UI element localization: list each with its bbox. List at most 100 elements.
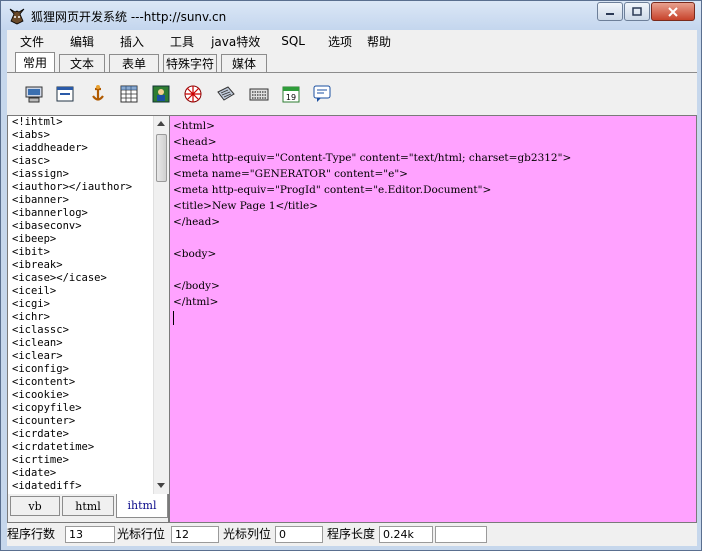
scroll-thumb[interactable] bbox=[156, 134, 167, 182]
code-editor[interactable]: <html> <head> <meta http-equiv="Content-Ty… bbox=[169, 115, 697, 523]
calendar-day: 19 bbox=[286, 93, 296, 102]
menu-options[interactable]: 选项 bbox=[318, 33, 365, 50]
status-empty-field bbox=[435, 526, 487, 543]
menu-insert[interactable]: 插入 bbox=[107, 33, 157, 50]
tab-label: 媒体 bbox=[231, 57, 256, 71]
tag-list-item[interactable]: <iaddheader> bbox=[10, 142, 152, 155]
tag-list-item[interactable]: <icopyfile> bbox=[10, 402, 152, 415]
keyboard-icon[interactable] bbox=[249, 84, 269, 104]
tab-label: ihtml bbox=[127, 499, 157, 512]
tag-list-item[interactable]: <ibreak> bbox=[10, 259, 152, 272]
menu-java-effects[interactable]: java特效 bbox=[207, 33, 273, 50]
image-icon[interactable] bbox=[151, 84, 171, 104]
menu-bar: 文件 编辑 插入 工具 java特效 SQL 选项 帮助 bbox=[7, 30, 697, 52]
maximize-button[interactable] bbox=[624, 2, 650, 21]
tag-list-item[interactable]: <!ihtml> bbox=[10, 116, 152, 129]
cursor-col-value: 0 bbox=[275, 526, 323, 543]
tag-list-item[interactable]: <icase></icase> bbox=[10, 272, 152, 285]
tag-panel: <!ihtml> <iabs> <iaddheader> <iasc> <iassign… bbox=[7, 115, 169, 523]
tag-list-item[interactable]: <icontent> bbox=[10, 376, 152, 389]
code-line: <meta name="GENERATOR" content="e"> bbox=[173, 168, 408, 180]
tab-form[interactable]: 表单 bbox=[109, 54, 159, 72]
tag-list-item[interactable]: <idate> bbox=[10, 467, 152, 480]
code-line: <meta http-equiv="ProgId" content="e.Edi… bbox=[173, 184, 492, 196]
cursor-line bbox=[173, 310, 696, 326]
tab-html[interactable]: html bbox=[62, 496, 114, 516]
tag-list[interactable]: <!ihtml> <iabs> <iaddheader> <iasc> <iassign… bbox=[10, 116, 152, 494]
code-line: <head> bbox=[173, 136, 217, 148]
close-button[interactable] bbox=[651, 2, 695, 21]
tab-media[interactable]: 媒体 bbox=[221, 54, 267, 72]
computer-icon[interactable] bbox=[24, 84, 44, 104]
tag-list-item[interactable]: <iasc> bbox=[10, 155, 152, 168]
tag-list-item[interactable]: <iclear> bbox=[10, 350, 152, 363]
minimize-icon bbox=[606, 12, 614, 15]
anchor-icon[interactable] bbox=[88, 84, 108, 104]
code-line: </head> bbox=[173, 216, 221, 228]
link-icon[interactable] bbox=[216, 84, 236, 104]
tag-list-item[interactable]: <ibannerlog> bbox=[10, 207, 152, 220]
tag-list-item[interactable]: <icrtime> bbox=[10, 454, 152, 467]
tag-list-item[interactable]: <icgi> bbox=[10, 298, 152, 311]
code-line: <body> bbox=[173, 248, 217, 260]
close-icon bbox=[668, 6, 678, 17]
tag-list-item[interactable]: <ibaseconv> bbox=[10, 220, 152, 233]
program-length-label: 程序长度 bbox=[327, 527, 376, 541]
tag-list-item[interactable]: <iabs> bbox=[10, 129, 152, 142]
tab-label: vb bbox=[28, 499, 42, 513]
media-icon[interactable] bbox=[183, 84, 203, 104]
cursor-col-label: 光标列位 bbox=[223, 527, 272, 541]
tag-list-item[interactable]: <ibeep> bbox=[10, 233, 152, 246]
row-count-label: 程序行数 bbox=[7, 527, 56, 541]
title-bar[interactable]: 狐狸网页开发系统 ---http://sunv.cn bbox=[1, 1, 701, 30]
insert-tab-bar: 常用 文本 表单 特殊字符 媒体 bbox=[7, 52, 697, 72]
tag-list-scrollbar[interactable] bbox=[153, 116, 169, 494]
tag-list-item[interactable]: <icounter> bbox=[10, 415, 152, 428]
tag-list-item[interactable]: <iclean> bbox=[10, 337, 152, 350]
minimize-button[interactable] bbox=[597, 2, 623, 21]
tab-special-chars[interactable]: 特殊字符 bbox=[163, 54, 217, 72]
tag-list-item[interactable]: <iclassc> bbox=[10, 324, 152, 337]
comment-icon[interactable] bbox=[312, 84, 332, 104]
tag-list-item[interactable]: <iconfig> bbox=[10, 363, 152, 376]
tag-list-item[interactable]: <icookie> bbox=[10, 389, 152, 402]
table-icon[interactable] bbox=[119, 84, 139, 104]
tag-list-item[interactable]: <ichr> bbox=[10, 311, 152, 324]
menu-sql[interactable]: SQL bbox=[273, 34, 318, 48]
tag-list-item[interactable]: <iauthor></iauthor> bbox=[10, 181, 152, 194]
tab-common[interactable]: 常用 bbox=[15, 52, 55, 72]
menu-tools[interactable]: 工具 bbox=[157, 33, 207, 50]
menu-edit[interactable]: 编辑 bbox=[57, 33, 107, 50]
row-count-value: 13 bbox=[65, 526, 115, 543]
tag-list-item[interactable]: <ibanner> bbox=[10, 194, 152, 207]
code-line: <meta http-equiv="Content-Type" content=… bbox=[173, 152, 572, 164]
code-line: <title>New Page 1</title> bbox=[173, 200, 319, 212]
text-caret bbox=[173, 311, 174, 325]
tag-list-item[interactable]: <iassign> bbox=[10, 168, 152, 181]
code-line: </body> bbox=[173, 280, 220, 292]
tab-label: html bbox=[75, 499, 101, 513]
scroll-down-icon[interactable] bbox=[157, 483, 165, 488]
menu-help[interactable]: 帮助 bbox=[365, 33, 404, 50]
cursor-row-value: 12 bbox=[171, 526, 219, 543]
menu-file[interactable]: 文件 bbox=[7, 33, 57, 50]
tool-bar: 19 bbox=[7, 72, 697, 115]
tag-list-item[interactable]: <icrdate> bbox=[10, 428, 152, 441]
tab-label: 文本 bbox=[69, 57, 94, 71]
code-line: <html> bbox=[173, 120, 215, 132]
scroll-up-icon[interactable] bbox=[157, 121, 165, 126]
code-line: </html> bbox=[173, 296, 219, 308]
window-icon[interactable] bbox=[55, 84, 75, 104]
tab-vb[interactable]: vb bbox=[10, 496, 60, 516]
tag-list-item[interactable]: <iceil> bbox=[10, 285, 152, 298]
tab-label: 表单 bbox=[121, 57, 146, 71]
tab-ihtml[interactable]: ihtml bbox=[116, 494, 168, 518]
calendar-icon[interactable]: 19 bbox=[281, 84, 301, 104]
tag-list-item[interactable]: <idatediff> bbox=[10, 480, 152, 493]
fox-logo-icon bbox=[9, 8, 25, 25]
tag-list-item[interactable]: <icrdatetime> bbox=[10, 441, 152, 454]
language-tab-bar: vb html ihtml bbox=[8, 494, 168, 522]
tag-list-item[interactable]: <ibit> bbox=[10, 246, 152, 259]
tab-text[interactable]: 文本 bbox=[59, 54, 105, 72]
